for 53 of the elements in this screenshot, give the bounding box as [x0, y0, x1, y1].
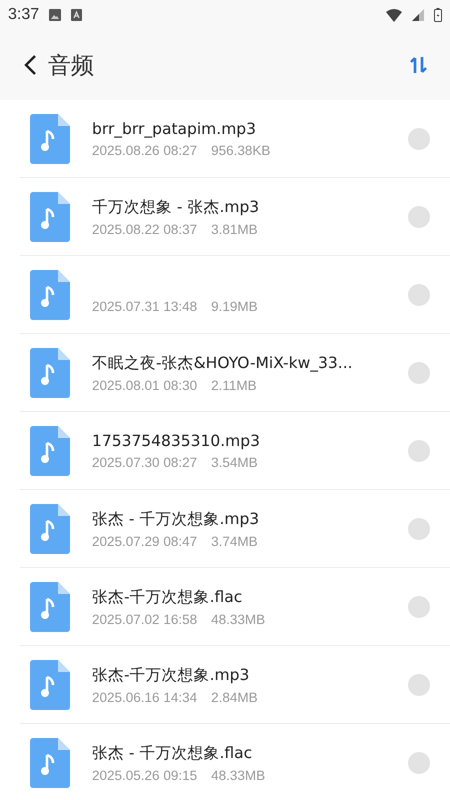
- music-file-icon: [30, 660, 70, 710]
- file-name: 不眠之夜-张杰&HOYO-MiX-kw_33...: [92, 352, 354, 374]
- file-date: 2025.05.26 09:15: [92, 768, 198, 782]
- sort-button[interactable]: [408, 55, 430, 75]
- battery-icon: [434, 8, 442, 22]
- select-radio[interactable]: [408, 206, 430, 228]
- select-radio[interactable]: [408, 128, 430, 150]
- file-size: 956.38KB: [211, 142, 270, 158]
- signal-icon: [412, 9, 424, 21]
- file-size: 48.33MB: [211, 612, 266, 626]
- file-date: 2025.07.31 13:48: [92, 298, 198, 314]
- file-date: 2025.08.01 08:30: [92, 378, 198, 392]
- page-title: 音频: [48, 52, 95, 80]
- clock-time: 3:37: [8, 6, 40, 24]
- letter-a-icon: [71, 9, 82, 21]
- file-name: 千万次想象 - 张杰.mp3: [92, 196, 260, 218]
- file-size: 48.33MB: [211, 768, 266, 782]
- file-name: 张杰 - 千万次想象.flac: [92, 742, 254, 764]
- file-name: 张杰-千万次想象.mp3: [92, 664, 250, 686]
- music-file-icon: [30, 348, 70, 398]
- music-file-icon: [30, 582, 70, 632]
- file-size: 2.84MB: [211, 690, 258, 704]
- image-icon: [49, 9, 62, 21]
- file-date: 2025.08.22 08:37: [92, 222, 198, 236]
- file-date: 2025.08.26 08:27: [92, 142, 198, 158]
- back-button[interactable]: [22, 53, 38, 77]
- select-radio[interactable]: [408, 674, 430, 696]
- select-radio[interactable]: [408, 596, 430, 618]
- file-name: 张杰 - 千万次想象.mp3: [92, 508, 260, 530]
- select-radio[interactable]: [408, 518, 430, 540]
- music-file-icon: [30, 738, 70, 788]
- file-date: 2025.07.30 08:27: [92, 454, 198, 470]
- select-radio[interactable]: [408, 284, 430, 306]
- select-radio[interactable]: [408, 440, 430, 462]
- music-file-icon: [30, 114, 70, 164]
- wifi-icon: [386, 8, 402, 22]
- file-date: 2025.07.02 16:58: [92, 612, 198, 626]
- music-file-icon: [30, 426, 70, 476]
- file-name: 1753754835310.mp3: [92, 432, 261, 450]
- file-name: brr_brr_patapim.mp3: [92, 120, 258, 138]
- file-size: 2.11MB: [211, 378, 257, 392]
- music-file-icon: [30, 270, 70, 320]
- file-size: 9.19MB: [211, 298, 258, 314]
- music-file-icon: [30, 192, 70, 242]
- file-date: 2025.06.16 14:34: [92, 690, 198, 704]
- file-size: 3.54MB: [211, 454, 258, 470]
- file-size: 3.74MB: [211, 534, 258, 548]
- music-file-icon: [30, 504, 70, 554]
- file-date: 2025.07.29 08:47: [92, 534, 198, 548]
- select-radio[interactable]: [408, 752, 430, 774]
- file-size: 3.81MB: [211, 222, 258, 236]
- select-radio[interactable]: [408, 362, 430, 384]
- file-name: 张杰-千万次想象.flac: [92, 586, 244, 608]
